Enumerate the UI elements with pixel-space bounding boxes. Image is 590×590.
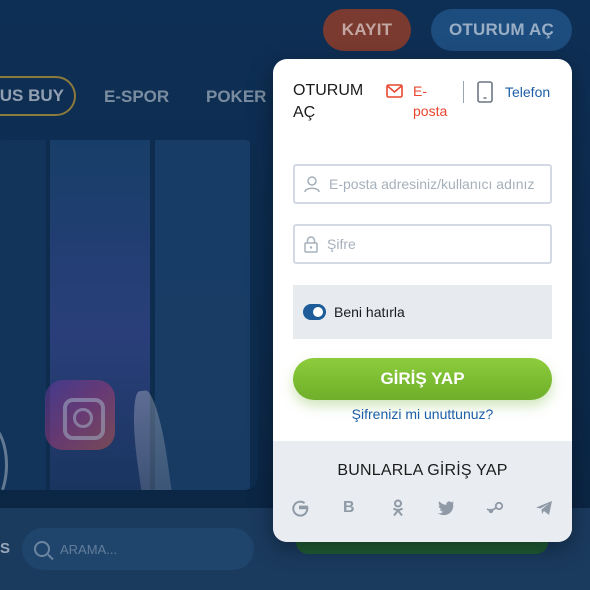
search-box[interactable]: ARAMA... bbox=[22, 528, 254, 570]
social-login-title: BUNLARLA GİRİŞ YAP bbox=[337, 462, 508, 479]
login-button[interactable]: OTURUM AÇ bbox=[431, 9, 572, 51]
submit-login-button[interactable]: GİRİŞ YAP bbox=[293, 358, 552, 400]
bottom-partial-label: S bbox=[0, 540, 11, 557]
search-icon bbox=[34, 541, 50, 557]
register-button[interactable]: KAYIT bbox=[323, 9, 411, 51]
google-icon[interactable] bbox=[291, 499, 309, 517]
odnoklassniki-icon[interactable] bbox=[389, 499, 407, 517]
social-login-section: BUNLARLA GİRİŞ YAP B bbox=[273, 441, 572, 542]
instagram-icon bbox=[45, 380, 115, 450]
twitter-icon[interactable] bbox=[437, 499, 455, 517]
remember-me[interactable]: Beni hatırla bbox=[293, 285, 552, 339]
login-popup: OTURUM AÇ E-posta Telefon Beni hatır bbox=[273, 59, 572, 542]
nav-bonus-buy[interactable]: NUS BUY bbox=[0, 76, 76, 116]
steam-icon[interactable] bbox=[486, 499, 504, 517]
phone-icon bbox=[477, 81, 493, 103]
email-input[interactable] bbox=[329, 176, 544, 192]
nav-bonus-buy-label: NUS BUY bbox=[0, 86, 64, 105]
forgot-password-link[interactable]: Şifrenizi mi unuttunuz? bbox=[273, 406, 572, 422]
nav-poker[interactable]: POKER bbox=[206, 87, 266, 107]
promo-banner[interactable] bbox=[0, 140, 258, 490]
remember-toggle[interactable] bbox=[303, 304, 326, 320]
password-field[interactable] bbox=[293, 224, 552, 264]
telegram-icon[interactable] bbox=[535, 499, 553, 517]
tab-divider bbox=[463, 81, 464, 103]
search-placeholder: ARAMA... bbox=[60, 541, 118, 557]
b-icon[interactable]: B bbox=[340, 499, 358, 517]
banner-panel bbox=[0, 140, 46, 490]
social-icons-row: B bbox=[291, 499, 553, 517]
tab-phone-label: Telefon bbox=[505, 84, 551, 100]
tab-email[interactable]: E-posta bbox=[386, 81, 449, 121]
email-field[interactable] bbox=[293, 164, 552, 204]
tab-phone[interactable]: Telefon bbox=[477, 81, 550, 103]
banner-panel bbox=[155, 140, 250, 490]
popup-title: OTURUM AÇ bbox=[293, 82, 364, 121]
lock-icon bbox=[304, 236, 318, 253]
remember-label: Beni hatırla bbox=[334, 304, 405, 320]
tab-email-label: E-posta bbox=[413, 83, 448, 119]
nav-esport[interactable]: E-SPOR bbox=[104, 87, 169, 107]
password-input[interactable] bbox=[327, 236, 542, 252]
envelope-icon bbox=[386, 84, 403, 98]
user-icon bbox=[304, 176, 320, 193]
